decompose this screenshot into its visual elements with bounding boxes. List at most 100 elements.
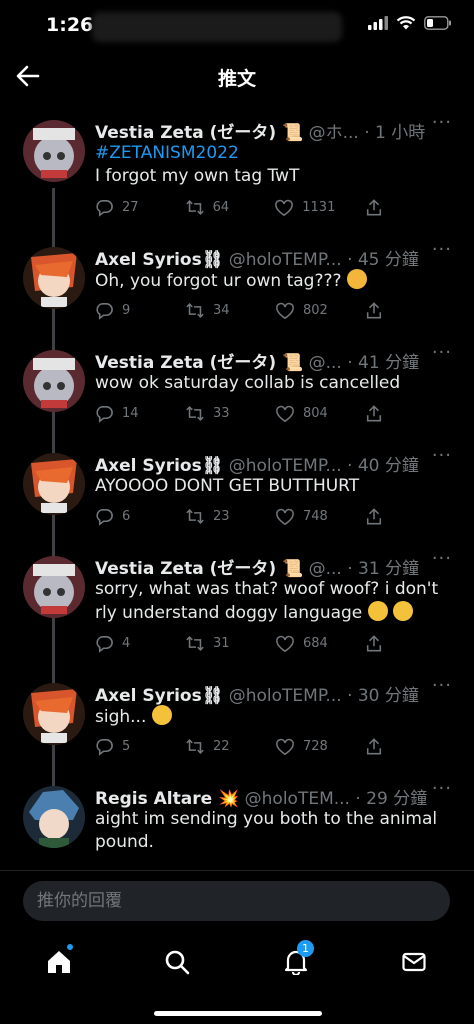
reply-button[interactable]: 14 [95, 404, 155, 423]
share-button[interactable] [365, 198, 385, 217]
reply-button[interactable]: 5 [95, 737, 155, 756]
pleading-face-emoji-icon [367, 601, 388, 621]
home-indicator[interactable] [154, 1011, 322, 1016]
author-name[interactable]: Vestia Zeta (ゼータ) 📜 [95, 123, 303, 143]
retweet-icon [186, 509, 204, 524]
home-new-dot [67, 944, 73, 950]
author-name[interactable]: Vestia Zeta (ゼータ) 📜 [95, 559, 303, 579]
tab-home[interactable] [39, 942, 79, 982]
author-handle[interactable]: @holoTEMP... [229, 250, 342, 270]
heart-icon [276, 405, 294, 422]
avatar[interactable] [23, 247, 85, 309]
avatar[interactable] [23, 350, 85, 412]
retweet-button[interactable]: 31 [185, 634, 245, 653]
more-options-icon[interactable]: ··· [432, 548, 452, 569]
header: 推文 [0, 52, 474, 100]
reply-input[interactable]: 推你的回覆 [23, 881, 450, 921]
tweet-thread[interactable]: Vestia Zeta (ゼータ) 📜 @ホ... · 1 小時 ··· #ZE… [0, 112, 474, 870]
retweet-button[interactable]: 64 [185, 198, 245, 217]
tweet[interactable]: Vestia Zeta (ゼータ) 📜 @... · 31 分鐘 ··· sor… [0, 548, 474, 674]
notification-badge: 1 [297, 940, 314, 957]
author-name[interactable]: Axel Syrios⛓ [95, 456, 223, 476]
avatar[interactable] [23, 120, 85, 182]
search-icon [165, 950, 190, 975]
tweet-header: Axel Syrios⛓ @holoTEMP... · 45 分鐘 [95, 245, 455, 270]
like-button[interactable]: 748 [275, 507, 335, 526]
more-options-icon[interactable]: ··· [432, 445, 452, 466]
reply-count: 5 [122, 739, 131, 754]
reply-button[interactable]: 9 [95, 301, 155, 320]
tweet-text: AYOOOO DONT GET BUTTHURT [95, 475, 455, 498]
avatar[interactable] [23, 453, 85, 515]
more-options-icon[interactable]: ··· [432, 112, 452, 133]
author-handle[interactable]: @holoTEMP... [229, 456, 342, 476]
tweet-time: · 41 分鐘 [347, 353, 420, 373]
zeta-avatar-image [23, 556, 85, 618]
author-handle[interactable]: @holoTEM... [245, 789, 350, 809]
tweet[interactable]: Axel Syrios⛓ @holoTEMP... · 45 分鐘 ··· Oh… [0, 239, 474, 342]
avatar[interactable] [23, 683, 85, 745]
tweet-header: Vestia Zeta (ゼータ) 📜 @... · 41 分鐘 [95, 348, 455, 373]
share-button[interactable] [365, 737, 385, 756]
retweet-icon [186, 303, 204, 318]
share-icon [366, 405, 382, 422]
reply-icon [96, 406, 113, 423]
retweet-button[interactable]: 34 [185, 301, 245, 320]
more-options-icon[interactable]: ··· [432, 342, 452, 363]
like-button[interactable]: 728 [275, 737, 335, 756]
more-options-icon[interactable]: ··· [432, 778, 452, 799]
tweet[interactable]: Vestia Zeta (ゼータ) 📜 @... · 41 分鐘 ··· wow… [0, 342, 474, 445]
wifi-icon [396, 16, 416, 30]
avatar[interactable] [23, 786, 85, 848]
tab-search[interactable] [157, 942, 197, 982]
reply-count: 6 [122, 509, 131, 524]
tweet-time: · 30 分鐘 [347, 686, 419, 706]
share-icon [366, 508, 382, 525]
share-button[interactable] [365, 507, 385, 526]
retweet-count: 31 [213, 636, 230, 651]
share-button[interactable] [365, 404, 385, 423]
reply-button[interactable]: 6 [95, 507, 155, 526]
tweet-body: aight im sending you both to the animal … [95, 809, 438, 852]
retweet-icon [186, 739, 204, 754]
share-icon [366, 738, 382, 755]
retweet-button[interactable]: 23 [185, 507, 245, 526]
author-name[interactable]: Vestia Zeta (ゼータ) 📜 [95, 353, 303, 373]
author-name[interactable]: Regis Altare 💥 [95, 789, 239, 809]
like-button[interactable]: 804 [275, 404, 335, 423]
tweet[interactable]: Axel Syrios⛓ @holoTEMP... · 30 分鐘 ··· si… [0, 675, 474, 778]
more-options-icon[interactable]: ··· [432, 239, 452, 260]
author-handle[interactable]: @holoTEMP... [229, 686, 342, 706]
like-button[interactable]: 1131 [274, 198, 335, 217]
share-button[interactable] [365, 634, 385, 653]
tweet[interactable]: Axel Syrios⛓ @holoTEMP... · 40 分鐘 ··· AY… [0, 445, 474, 548]
avatar[interactable] [23, 556, 85, 618]
share-button[interactable] [365, 301, 385, 320]
hashtag-link[interactable]: #ZETANISM2022 [95, 142, 455, 165]
retweet-button[interactable]: 22 [185, 737, 245, 756]
author-name[interactable]: Axel Syrios⛓ [95, 686, 223, 706]
axel-avatar-image [23, 247, 85, 309]
tweet[interactable]: Vestia Zeta (ゼータ) 📜 @ホ... · 1 小時 ··· #ZE… [0, 112, 474, 217]
reply-button[interactable]: 4 [95, 634, 155, 653]
author-name[interactable]: Axel Syrios⛓ [95, 250, 223, 270]
tab-messages[interactable] [394, 942, 434, 982]
tweet[interactable]: Regis Altare 💥 @holoTEM... · 29 分鐘 ··· a… [0, 778, 474, 870]
tweet-time: · 1 小時 [364, 123, 426, 143]
melting-face-emoji-icon [151, 705, 172, 725]
author-handle[interactable]: @ホ... [309, 123, 359, 143]
tab-notifications[interactable]: 1 [276, 940, 316, 982]
more-options-icon[interactable]: ··· [432, 675, 452, 696]
like-count: 802 [303, 303, 328, 318]
share-icon [366, 635, 382, 652]
retweet-icon [186, 406, 204, 421]
author-handle[interactable]: @... [309, 353, 342, 373]
reply-button[interactable]: 27 [95, 198, 155, 217]
tweet-body: sorry, what was that? woof woof? i don't… [95, 579, 439, 623]
author-handle[interactable]: @... [309, 559, 342, 579]
reply-icon [96, 636, 113, 653]
like-button[interactable]: 802 [275, 301, 335, 320]
tweet-actions: 4 31 684 [95, 634, 385, 653]
like-button[interactable]: 684 [275, 634, 335, 653]
retweet-button[interactable]: 33 [185, 404, 245, 423]
